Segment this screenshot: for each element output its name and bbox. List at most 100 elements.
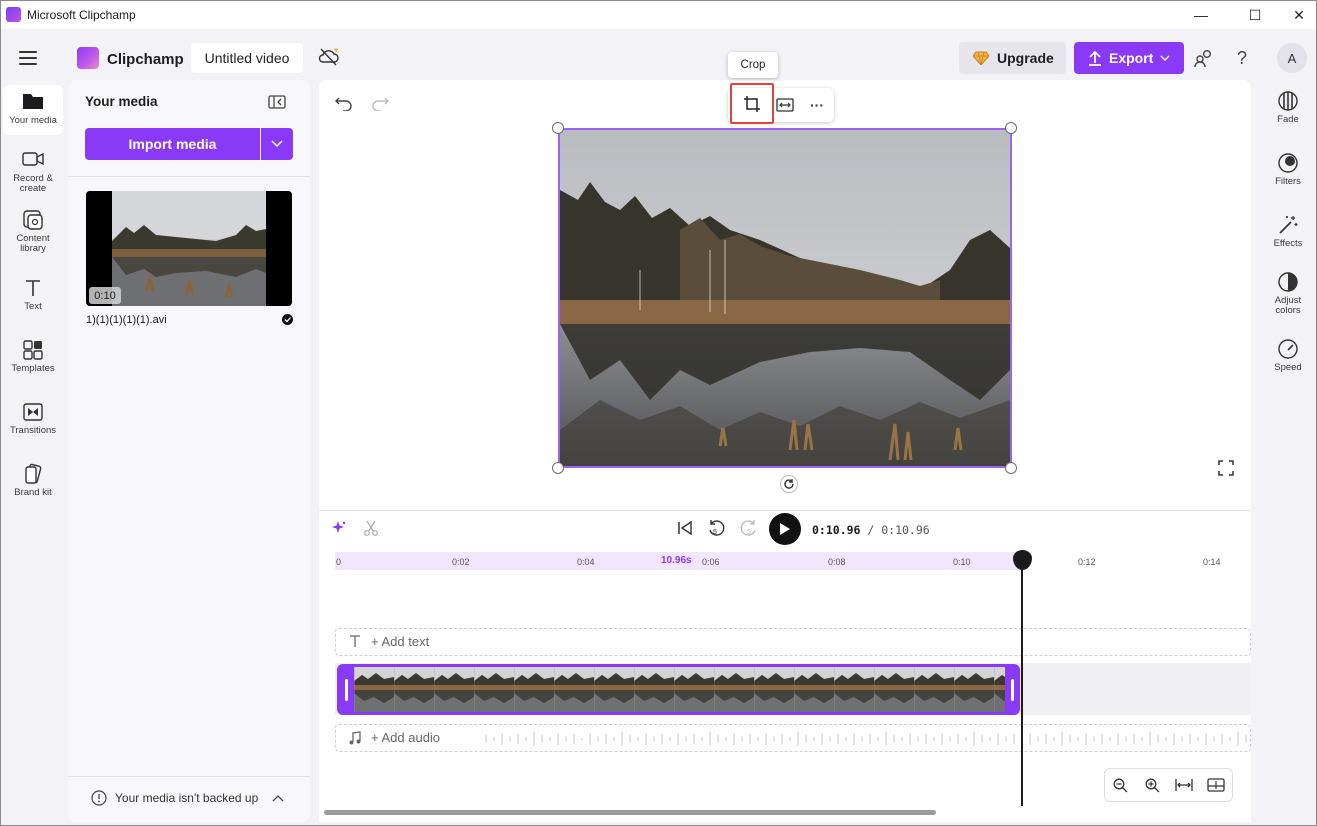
chevron-up-icon <box>272 795 284 802</box>
rotate-icon <box>784 479 794 489</box>
rail-brand-kit[interactable]: Brand kit <box>3 463 63 498</box>
share-people-icon[interactable] <box>1194 48 1214 68</box>
video-preview[interactable] <box>558 128 1012 468</box>
zoom-out-icon[interactable] <box>1110 775 1130 795</box>
resize-handle[interactable] <box>1005 462 1017 474</box>
rail-templates[interactable]: Templates <box>3 339 63 374</box>
rail-adjust-colors[interactable]: Adjust colors <box>1259 271 1316 316</box>
rail-transitions[interactable]: Transitions <box>3 401 63 436</box>
playhead[interactable] <box>1021 567 1023 806</box>
ruler-tick: 0 <box>336 557 342 567</box>
maximize-button[interactable]: ☐ <box>1232 1 1278 29</box>
app-icon <box>6 7 21 22</box>
cloud-off-icon[interactable] <box>318 47 340 67</box>
rail-effects[interactable]: Effects <box>1259 214 1316 249</box>
minimize-button[interactable]: — <box>1178 1 1224 29</box>
rotate-handle[interactable] <box>780 475 798 493</box>
crop-button[interactable] <box>730 83 774 124</box>
add-text-button[interactable]: + Add text <box>349 634 429 649</box>
rail-label: Transitions <box>9 425 57 436</box>
filters-icon <box>1277 152 1299 174</box>
title-bar: Microsoft Clipchamp — ☐ ✕ <box>1 1 1316 29</box>
rail-your-media[interactable]: Your media <box>3 85 63 135</box>
brand-name: Clipchamp <box>107 51 184 68</box>
add-text-label: + Add text <box>371 634 430 649</box>
upgrade-button[interactable]: Upgrade <box>959 42 1066 74</box>
rail-filters[interactable]: Filters <box>1259 152 1316 187</box>
svg-text:5: 5 <box>713 529 717 536</box>
content-library-icon <box>22 209 44 231</box>
ruler-tick: 0:14 <box>1203 557 1221 567</box>
audio-track[interactable] <box>335 724 1251 752</box>
total-time: / 0:10.96 <box>860 523 930 537</box>
undo-icon[interactable] <box>335 95 353 111</box>
clip-filmstrip <box>354 667 1005 712</box>
redo-icon[interactable] <box>371 95 389 111</box>
ruler-tick: 0:02 <box>452 557 470 567</box>
fit-timeline-icon[interactable] <box>1174 775 1194 795</box>
add-audio-label: + Add audio <box>371 730 441 745</box>
more-options-button[interactable]: ··· <box>805 93 829 117</box>
rail-label: Record & create <box>13 173 53 194</box>
rail-fade[interactable]: Fade <box>1259 90 1316 125</box>
video-clip[interactable] <box>337 664 1020 715</box>
rail-speed[interactable]: Speed <box>1259 338 1316 373</box>
close-button[interactable]: ✕ <box>1276 1 1316 29</box>
rail-record-create[interactable]: Record & create <box>3 149 63 194</box>
time-display: 0:10.96 / 0:10.96 <box>812 523 930 537</box>
templates-icon <box>22 339 44 361</box>
backup-notice[interactable]: Your media isn't backed up <box>91 790 284 806</box>
fade-icon <box>1277 90 1299 112</box>
fit-button[interactable] <box>773 93 797 117</box>
rail-label: Fade <box>1277 114 1299 125</box>
split-scissors-icon[interactable] <box>363 520 379 536</box>
rail-label: Filters <box>1275 176 1301 187</box>
upgrade-label: Upgrade <box>997 50 1054 66</box>
help-icon[interactable]: ? <box>1237 48 1247 69</box>
rail-label: Speed <box>1274 362 1302 373</box>
text-track[interactable] <box>335 628 1251 656</box>
speed-icon <box>1277 338 1299 360</box>
horizontal-scrollbar[interactable] <box>324 810 936 815</box>
project-title-input[interactable]: Untitled video <box>191 43 303 73</box>
fullscreen-icon[interactable] <box>1218 460 1234 476</box>
diamond-icon <box>973 51 989 65</box>
backup-label: Your media isn't backed up <box>115 791 259 805</box>
camera-icon <box>22 149 44 171</box>
rail-text[interactable]: Text <box>3 277 63 312</box>
play-button[interactable] <box>769 513 801 545</box>
rail-label: Text <box>24 301 42 312</box>
time-ruler[interactable] <box>335 552 1251 570</box>
media-panel-title: Your media <box>85 94 158 109</box>
collapse-panel-icon[interactable] <box>268 95 286 109</box>
rewind-5-icon[interactable]: 5 <box>707 518 725 538</box>
skip-to-start-icon[interactable] <box>677 520 693 536</box>
text-icon <box>22 277 44 299</box>
fit-icon <box>776 98 794 112</box>
duration-badge: 0:10 <box>89 287 121 304</box>
import-dropdown-button[interactable] <box>261 128 293 160</box>
export-button[interactable]: Export <box>1074 42 1184 74</box>
clip-trim-handle-right[interactable] <box>1011 679 1014 701</box>
upload-icon <box>1089 50 1101 66</box>
add-audio-button[interactable]: + Add audio <box>349 730 440 745</box>
rail-content-library[interactable]: Content library <box>3 209 63 254</box>
clip-trim-handle-left[interactable] <box>345 679 348 701</box>
adjust-colors-icon <box>1277 271 1299 293</box>
rail-label: Brand kit <box>14 487 52 498</box>
magic-sparkle-icon[interactable] <box>331 520 347 536</box>
export-label: Export <box>1109 50 1154 66</box>
text-icon <box>350 635 360 647</box>
resize-handle[interactable] <box>552 462 564 474</box>
import-media-button[interactable]: Import media <box>85 128 260 160</box>
zoom-in-icon[interactable] <box>1142 775 1162 795</box>
resize-handle[interactable] <box>1005 122 1017 134</box>
menu-icon[interactable] <box>19 51 37 69</box>
rail-label: Adjust colors <box>1274 295 1302 316</box>
rail-label: Templates <box>11 363 55 374</box>
resize-handle[interactable] <box>552 122 564 134</box>
avatar[interactable]: A <box>1277 43 1307 73</box>
rail-label: Effects <box>1273 238 1303 249</box>
timeline-view-icon[interactable] <box>1206 775 1226 795</box>
forward-5-icon[interactable]: 5 <box>740 518 758 538</box>
